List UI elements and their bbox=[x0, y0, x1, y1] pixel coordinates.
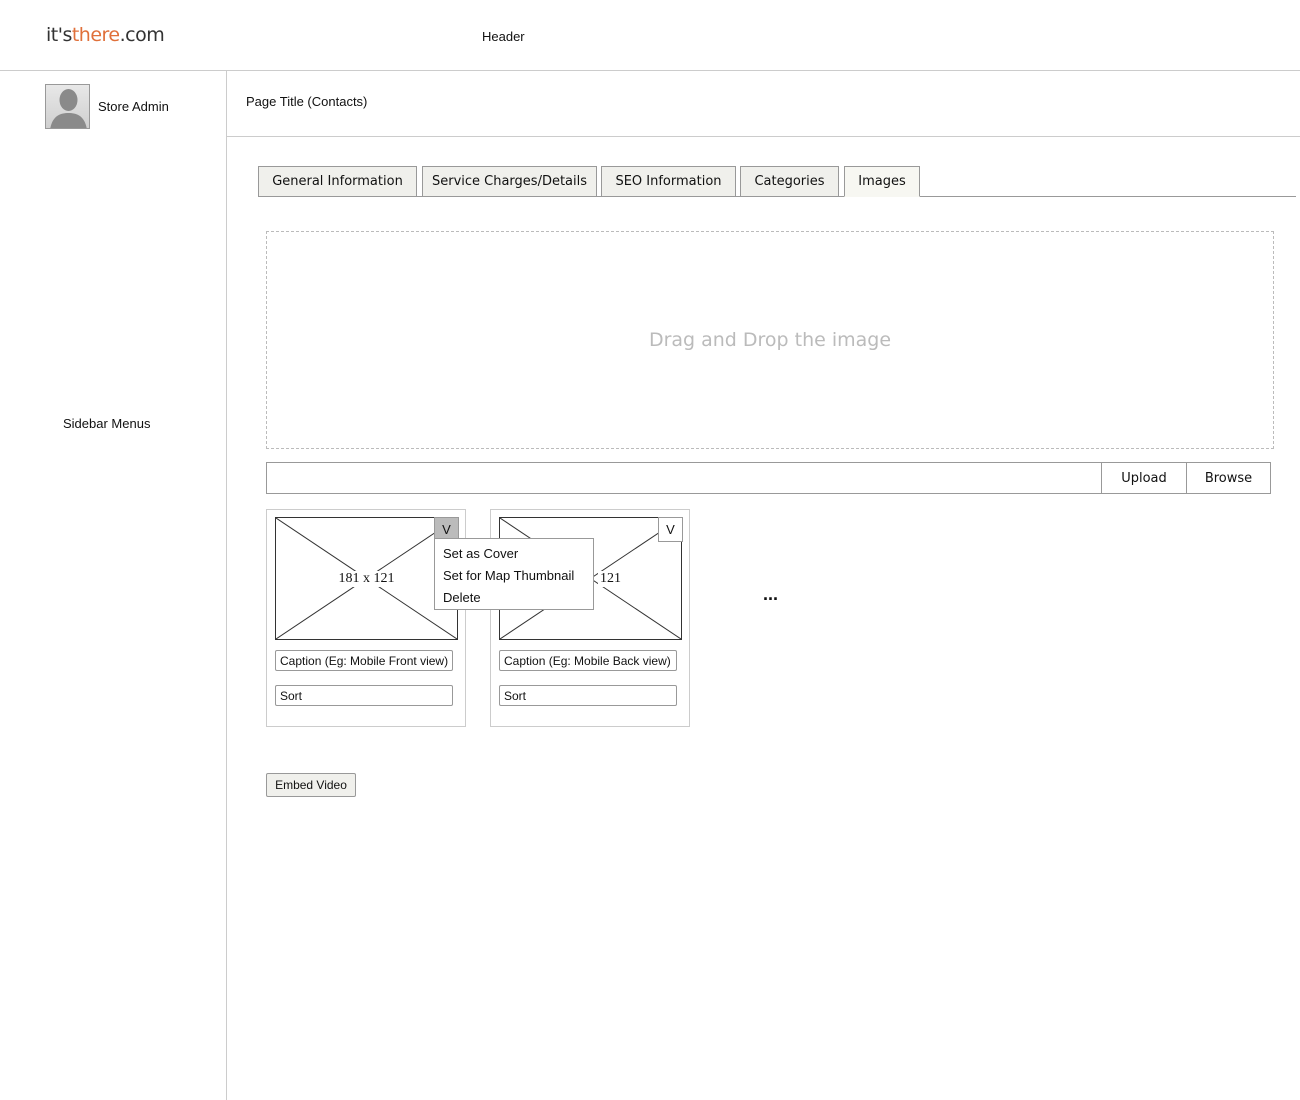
upload-button[interactable]: Upload bbox=[1101, 463, 1186, 493]
tab-categories[interactable]: Categories bbox=[740, 166, 839, 197]
menu-item-delete[interactable]: Delete bbox=[435, 587, 593, 609]
tab-service-charges[interactable]: Service Charges/Details bbox=[422, 166, 597, 197]
more-images-indicator: ... bbox=[763, 584, 779, 604]
header-divider bbox=[0, 70, 1300, 71]
browse-button[interactable]: Browse bbox=[1186, 463, 1270, 493]
sort-input[interactable] bbox=[275, 685, 453, 706]
sidebar-divider bbox=[226, 70, 227, 1100]
logo-text-there: there bbox=[71, 24, 120, 46]
image-options-toggle[interactable]: V bbox=[658, 517, 683, 542]
site-logo[interactable]: it'sthere.com bbox=[46, 24, 165, 46]
file-path-input[interactable] bbox=[267, 463, 1101, 493]
user-name[interactable]: Store Admin bbox=[98, 99, 169, 114]
sidebar-menus-placeholder: Sidebar Menus bbox=[63, 416, 151, 431]
caption-input[interactable] bbox=[499, 650, 677, 671]
image-dropzone[interactable]: Drag and Drop the image bbox=[266, 231, 1274, 449]
logo-text-its: it's bbox=[46, 24, 72, 46]
dropzone-text: Drag and Drop the image bbox=[648, 329, 892, 351]
embed-video-button[interactable]: Embed Video bbox=[266, 773, 356, 797]
logo-text-com: .com bbox=[119, 24, 165, 46]
tab-general-information[interactable]: General Information bbox=[258, 166, 417, 197]
image-dimensions: 121 bbox=[598, 570, 623, 587]
image-dimensions: 181 x 121 bbox=[336, 570, 397, 587]
page-title-divider bbox=[227, 136, 1300, 137]
menu-item-set-as-cover[interactable]: Set as Cover bbox=[435, 543, 593, 565]
caption-input[interactable] bbox=[275, 650, 453, 671]
upload-bar: Upload Browse bbox=[266, 462, 1271, 494]
avatar[interactable] bbox=[45, 84, 90, 129]
user-silhouette-icon bbox=[50, 89, 87, 128]
tab-seo-information[interactable]: SEO Information bbox=[601, 166, 736, 197]
sort-input[interactable] bbox=[499, 685, 677, 706]
menu-item-set-map-thumbnail[interactable]: Set for Map Thumbnail bbox=[435, 565, 593, 587]
header-label: Header bbox=[482, 29, 525, 44]
image-options-menu: Set as Cover Set for Map Thumbnail Delet… bbox=[434, 538, 594, 610]
tab-images[interactable]: Images bbox=[844, 166, 920, 197]
image-thumbnail[interactable]: 181 x 121 bbox=[275, 517, 458, 640]
page-title: Page Title (Contacts) bbox=[246, 94, 368, 109]
